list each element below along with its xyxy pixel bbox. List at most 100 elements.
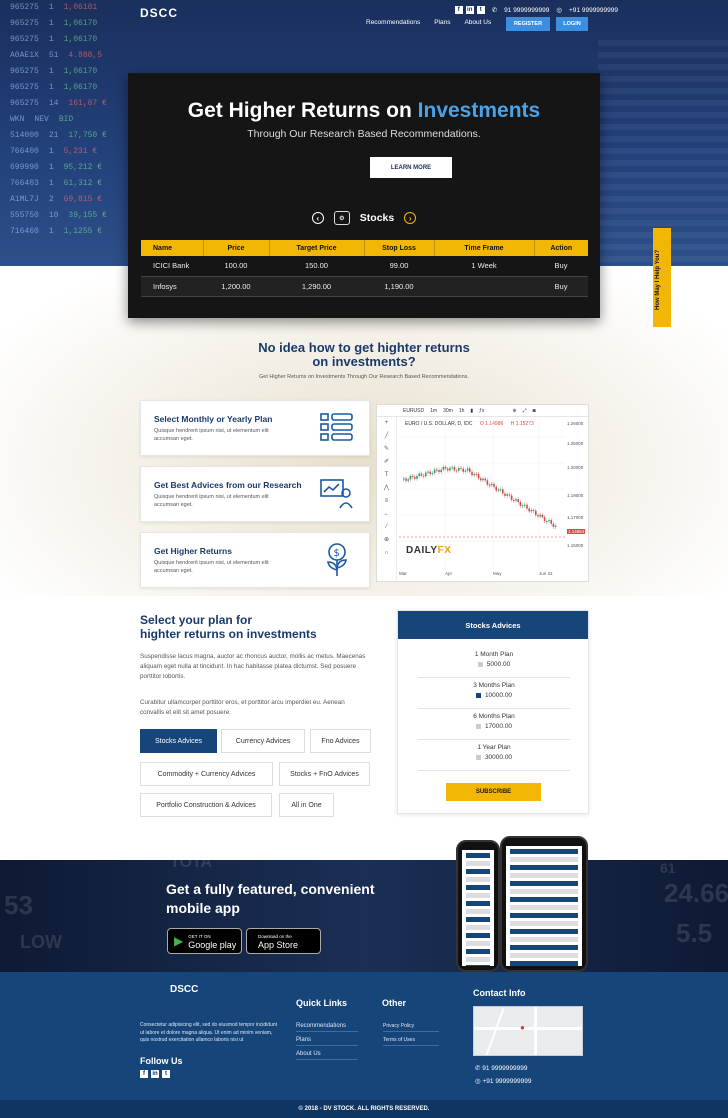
- plan-option[interactable]: 1 Year Plan 30000.00: [418, 740, 570, 771]
- register-button[interactable]: REGISTER: [506, 17, 550, 31]
- plan-stocks-advices[interactable]: Stocks Advices: [140, 729, 217, 753]
- hero-title-highlight: Investments: [417, 99, 541, 122]
- subscribe-button[interactable]: SUBSCRIBE: [446, 783, 541, 801]
- candle: [541, 514, 544, 518]
- fullscreen-icon[interactable]: ⤢: [523, 405, 527, 416]
- map-pin-icon: ●: [520, 1023, 525, 1032]
- add-icon[interactable]: ⊕: [512, 405, 516, 416]
- learn-more-button[interactable]: LEARN MORE: [370, 157, 452, 178]
- ticker-row: 514000 21 17,750 €: [10, 131, 107, 140]
- quick-links-title: Quick Links: [296, 998, 348, 1008]
- crosshair-icon[interactable]: +: [377, 417, 396, 430]
- candle: [546, 521, 548, 523]
- trend-line-icon[interactable]: ╱: [377, 430, 396, 443]
- ruler-icon[interactable]: ⁄: [377, 521, 396, 534]
- radio-icon[interactable]: [475, 755, 481, 760]
- help-side-tab[interactable]: How May I Help You?: [653, 228, 671, 327]
- facebook-icon[interactable]: f: [454, 6, 463, 14]
- app-list-bar: [510, 913, 578, 918]
- plan-fno-advices[interactable]: Fno Advices: [310, 729, 371, 753]
- phone-mockup-front: [500, 836, 588, 972]
- nav-plans[interactable]: Plans: [434, 19, 450, 26]
- plan-option-price: 30000.00: [484, 754, 513, 761]
- indicator-icon[interactable]: ƒx: [479, 405, 484, 416]
- candle-type-icon[interactable]: ▮: [470, 405, 473, 416]
- footer-link-recommendations[interactable]: Recommendations: [296, 1023, 358, 1032]
- th-time-frame: Time Frame: [434, 240, 535, 256]
- footer-link-privacy[interactable]: Privacy Policy: [383, 1023, 439, 1032]
- plan-portfolio[interactable]: Portfolio Construction & Advices: [140, 793, 272, 817]
- cell-action[interactable]: Buy: [534, 256, 588, 277]
- forex-chart-widget[interactable]: EURUSD 1m 30m 1h ▮ ƒx ⊕ ⤢ ◙ + ╱ ✎ ✐ T ⋀ …: [376, 404, 589, 583]
- card-text: Quisque hendrerit ipsum nisi, ut element…: [154, 494, 269, 508]
- linkedin-icon[interactable]: in: [465, 6, 474, 14]
- pen-icon[interactable]: ✐: [377, 456, 396, 469]
- plan-currency-advices[interactable]: Currency Advices: [221, 729, 305, 753]
- top-bar: DSCC f in t ✆ 91 9999999999 ◎ +91 999999…: [0, 0, 728, 40]
- magnet-icon[interactable]: ∩: [377, 547, 396, 560]
- candle: [427, 471, 429, 473]
- plan-option[interactable]: 1 Month Plan 5000.00: [418, 647, 570, 678]
- ticker-row: 965275 1 1,06170: [10, 83, 98, 92]
- radio-icon[interactable]: [477, 662, 483, 667]
- plan-stocks-fno[interactable]: Stocks + FnO Advices: [279, 762, 370, 786]
- radio-icon[interactable]: [475, 724, 481, 729]
- nav-about-us[interactable]: About Us: [464, 19, 491, 26]
- x-tick: May: [493, 571, 502, 576]
- pattern-icon[interactable]: ⋀: [377, 482, 396, 495]
- candle: [431, 473, 434, 475]
- zoom-icon[interactable]: ⊕: [377, 534, 396, 547]
- chart-symbol[interactable]: EURUSD: [403, 405, 424, 416]
- plan-option[interactable]: 6 Months Plan 17000.00: [418, 709, 570, 740]
- phone-screen: [506, 846, 582, 966]
- plan-commodity-currency[interactable]: Commodity + Currency Advices: [140, 762, 273, 786]
- step-card-returns: Get Higher Returns Quisque hendrerit ips…: [140, 532, 370, 588]
- plan-option[interactable]: 3 Months Plan 10000.00: [418, 678, 570, 709]
- twitter-icon[interactable]: t: [162, 1070, 170, 1078]
- back-arrow-icon[interactable]: ←: [377, 508, 396, 521]
- candle: [460, 467, 462, 469]
- candle: [488, 484, 491, 486]
- plan-option-price: 5000.00: [486, 661, 511, 668]
- linkedin-icon[interactable]: in: [151, 1070, 159, 1078]
- bg-number: 61: [660, 860, 676, 876]
- prev-arrow-icon[interactable]: ‹: [311, 212, 324, 224]
- candle: [447, 468, 449, 471]
- google-play-button[interactable]: ▶ GET IT ON Google play: [167, 928, 242, 954]
- camera-icon[interactable]: ◙: [533, 405, 536, 416]
- candle: [462, 468, 464, 472]
- plan-all-in-one[interactable]: All in One: [279, 793, 334, 817]
- text-icon[interactable]: T: [377, 469, 396, 482]
- candle: [411, 476, 414, 478]
- radio-selected-icon[interactable]: [475, 693, 481, 698]
- footer-link-terms[interactable]: Terms of Uses: [383, 1037, 439, 1046]
- site-logo[interactable]: DSCC: [140, 6, 178, 20]
- twitter-icon[interactable]: t: [476, 6, 485, 14]
- ticker-row: 965275 14 161,87 €: [10, 99, 107, 108]
- next-arrow-icon[interactable]: ›: [404, 212, 417, 224]
- footer-link-plans[interactable]: Plans: [296, 1037, 358, 1046]
- fib-icon[interactable]: ≡: [377, 495, 396, 508]
- cell-action[interactable]: Buy: [534, 276, 588, 297]
- footer-link-about-us[interactable]: About Us: [296, 1051, 358, 1060]
- candle: [495, 486, 497, 491]
- candle: [493, 483, 495, 487]
- contact-map[interactable]: ●: [473, 1006, 583, 1056]
- stocks-icon: ⚙: [333, 211, 350, 225]
- section2-title-line1: No idea how to get highter returns: [258, 340, 470, 355]
- nav-recommendations[interactable]: Recommendations: [366, 19, 420, 26]
- candle: [521, 505, 524, 507]
- login-button[interactable]: LOGIN: [556, 17, 588, 31]
- plans-paragraph-2: Curabitur ullamcorper porttitor eros, et…: [140, 699, 345, 716]
- app-store-button[interactable]: Download on the App Store: [246, 928, 321, 954]
- app-title-line1: Get a fully featured, convenient: [166, 881, 375, 897]
- footer-logo[interactable]: DSCC: [170, 984, 198, 995]
- cell-name: ICICI Bank: [141, 256, 203, 277]
- brush-icon[interactable]: ✎: [377, 443, 396, 456]
- candle: [539, 514, 541, 517]
- chart-interval-30m[interactable]: 30m: [443, 405, 453, 416]
- chart-interval-1m[interactable]: 1m: [430, 405, 437, 416]
- candle: [444, 466, 447, 469]
- facebook-icon[interactable]: f: [140, 1070, 148, 1078]
- chart-interval-1h[interactable]: 1h: [459, 405, 465, 416]
